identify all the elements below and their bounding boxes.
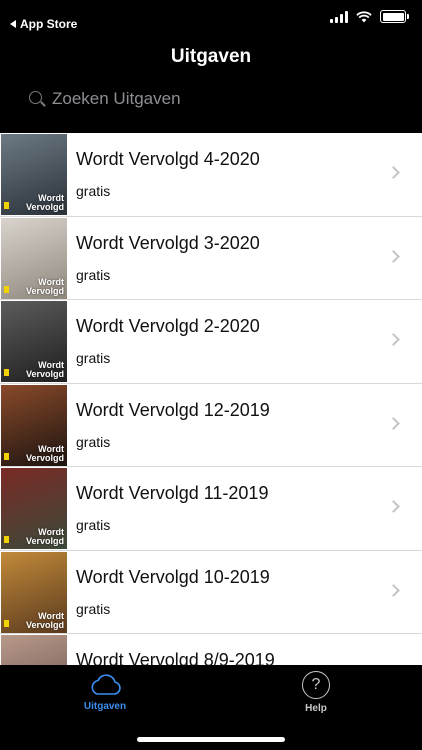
chevron-right-icon	[387, 500, 400, 513]
tab-uitgaven[interactable]: Uitgaven	[60, 671, 150, 712]
status-bar: App Store	[0, 0, 422, 40]
issue-cover-image	[1, 635, 67, 665]
issue-cover-image: Wordt Vervolgd	[1, 301, 67, 382]
tab-label: Uitgaven	[83, 701, 127, 712]
wifi-icon	[356, 10, 372, 22]
chevron-right-icon	[387, 249, 400, 263]
issue-price: gratis	[76, 183, 111, 199]
issue-cover-image: Wordt Vervolgd	[1, 468, 67, 549]
issue-price: gratis	[76, 350, 111, 366]
issue-title: Wordt Vervolgd 3-2020	[76, 232, 260, 253]
chevron-right-icon	[387, 416, 400, 430]
back-to-app-store[interactable]: App Store	[10, 17, 77, 31]
issue-title: Wordt Vervolgd 11-2019	[76, 483, 269, 503]
issue-title: Wordt Vervolgd 8/9-2019	[76, 650, 275, 665]
status-icons	[330, 10, 409, 23]
issue-row[interactable]: Wordt Vervolgd Wordt Vervolgd 4-2020 grati…	[0, 133, 422, 217]
cover-title: Wordt Vervolgd	[25, 610, 64, 630]
cover-title: Wordt Vervolgd	[25, 193, 64, 212]
issue-cover-image: Wordt Vervolgd	[1, 217, 67, 299]
search-icon	[28, 90, 46, 108]
back-arrow-icon	[10, 20, 16, 28]
chevron-right-icon	[387, 166, 400, 179]
tab-label: Help	[305, 703, 327, 714]
search-input[interactable]	[52, 89, 352, 109]
issue-row[interactable]: Wordt Vervolgd Wordt Vervolgd 3-2020 grati…	[0, 217, 422, 300]
cover-title: Wordt Vervolgd	[25, 360, 64, 379]
issue-price: gratis	[76, 433, 111, 450]
issue-cover-image: Wordt Vervolgd	[1, 551, 67, 633]
help-icon: ?	[302, 671, 330, 699]
issue-cover-image: Wordt Vervolgd	[1, 134, 67, 215]
issue-row[interactable]: Wordt Vervolgd Wordt Vervolgd 11-2019 grat…	[0, 467, 422, 551]
issue-title: Wordt Vervolgd 4-2020	[76, 149, 260, 169]
issue-row[interactable]: Wordt Vervolgd 8/9-2019	[0, 634, 422, 665]
issue-title: Wordt Vervolgd 12-2019	[76, 399, 270, 420]
issue-price: gratis	[76, 517, 111, 533]
page-title: Uitgaven	[170, 46, 252, 67]
issue-row[interactable]: Wordt Vervolgd Wordt Vervolgd 12-2019 grat…	[0, 384, 422, 467]
issue-row[interactable]: Wordt Vervolgd Wordt Vervolgd 2-2020 grati…	[0, 300, 422, 384]
cellular-signal-icon	[330, 10, 348, 23]
search-bar[interactable]	[28, 88, 352, 110]
issue-price: gratis	[76, 600, 111, 617]
issue-price: gratis	[76, 266, 111, 283]
back-app-label: App Store	[20, 17, 78, 31]
cover-title: Wordt Vervolgd	[25, 443, 64, 463]
issue-row[interactable]: Wordt Vervolgd Wordt Vervolgd 10-2019 grat…	[0, 551, 422, 634]
chevron-right-icon	[387, 333, 400, 346]
chevron-right-icon	[387, 583, 400, 597]
cover-title: Wordt Vervolgd	[25, 527, 64, 546]
tab-help[interactable]: ? Help	[271, 671, 361, 714]
battery-icon	[380, 10, 409, 23]
issue-list[interactable]: Wordt Vervolgd Wordt Vervolgd 4-2020 grati…	[0, 133, 422, 665]
home-indicator	[137, 737, 285, 742]
issue-title: Wordt Vervolgd 2-2020	[76, 316, 260, 336]
cover-title: Wordt Vervolgd	[25, 276, 64, 296]
cloud-icon	[91, 674, 121, 695]
issue-cover-image: Wordt Vervolgd	[1, 384, 67, 466]
issue-title: Wordt Vervolgd 10-2019	[76, 566, 270, 587]
